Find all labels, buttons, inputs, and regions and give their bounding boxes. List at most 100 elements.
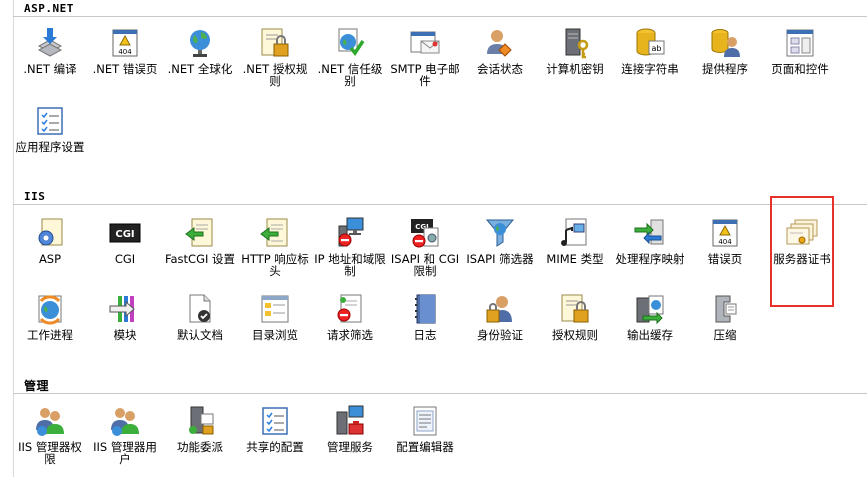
svg-text:404: 404 bbox=[718, 238, 732, 246]
feature-label: HTTP 响应标头 bbox=[241, 252, 309, 278]
svg-text:ab: ab bbox=[652, 44, 662, 53]
globe-icon bbox=[183, 26, 217, 60]
fastcgi-icon bbox=[183, 216, 217, 250]
feature-label: 计算机密钥 bbox=[546, 62, 604, 76]
feature-providers[interactable]: 提供程序 bbox=[689, 26, 761, 94]
feature-request-filtering[interactable]: 请求筛选 bbox=[314, 292, 386, 360]
feature-net-compile[interactable]: .NET 编译 bbox=[14, 26, 86, 94]
database-string-icon: ab bbox=[633, 26, 667, 60]
feature-output-caching[interactable]: 输出缓存 bbox=[614, 292, 686, 360]
request-filter-icon bbox=[333, 292, 367, 326]
feature-iis-manager-users[interactable]: IIS 管理器用户 bbox=[89, 404, 161, 472]
email-icon bbox=[408, 26, 442, 60]
feature-management-service[interactable]: 管理服务 bbox=[314, 404, 386, 472]
section-divider bbox=[13, 204, 867, 205]
feature-label: 配置编辑器 bbox=[396, 440, 454, 454]
feature-compression[interactable]: 压缩 bbox=[689, 292, 761, 360]
feature-authentication[interactable]: 身份验证 bbox=[464, 292, 536, 360]
feature-label: 模块 bbox=[113, 328, 137, 342]
default-document-icon bbox=[183, 292, 217, 326]
compression-clamp-icon bbox=[708, 292, 742, 326]
feature-modules[interactable]: 模块 bbox=[89, 292, 161, 360]
feature-label: .NET 全球化 bbox=[167, 62, 233, 76]
ip-restriction-icon bbox=[333, 216, 367, 250]
page-controls-icon bbox=[783, 26, 817, 60]
feature-authorization-rules[interactable]: 授权规则 bbox=[539, 292, 611, 360]
feature-label: 输出缓存 bbox=[627, 328, 673, 342]
feature-configuration-editor[interactable]: 配置编辑器 bbox=[389, 404, 461, 472]
feature-label: .NET 编译 bbox=[23, 62, 77, 76]
feature-label: 提供程序 bbox=[702, 62, 748, 76]
svg-text:404: 404 bbox=[118, 48, 132, 56]
feature-ip-domain-restrictions[interactable]: IP 地址和域限制 bbox=[314, 216, 386, 284]
feature-label: 日志 bbox=[413, 328, 437, 342]
feature-handler-mappings[interactable]: 处理程序映射 bbox=[614, 216, 686, 284]
section-divider bbox=[13, 393, 867, 394]
feature-label: 身份验证 bbox=[477, 328, 523, 342]
svg-text:CGI: CGI bbox=[115, 229, 134, 240]
feature-label: IIS 管理器用户 bbox=[93, 440, 157, 466]
feature-label: 错误页 bbox=[707, 252, 743, 266]
authentication-user-lock-icon bbox=[483, 292, 517, 326]
feature-session-state[interactable]: 会话状态 bbox=[464, 26, 536, 94]
section-header-manage: 管理 bbox=[24, 379, 50, 393]
feature-delegation-icon bbox=[183, 404, 217, 438]
lock-document-icon bbox=[258, 26, 292, 60]
feature-label: SMTP 电子邮件 bbox=[390, 62, 460, 88]
feature-default-document[interactable]: 默认文档 bbox=[164, 292, 236, 360]
feature-logging[interactable]: 日志 bbox=[389, 292, 461, 360]
worker-process-icon bbox=[33, 292, 67, 326]
log-notebook-icon bbox=[408, 292, 442, 326]
feature-worker-processes[interactable]: 工作进程 bbox=[14, 292, 86, 360]
feature-label: .NET 信任级别 bbox=[317, 62, 383, 88]
feature-label: 处理程序映射 bbox=[615, 252, 685, 266]
cgi-icon: CGI bbox=[108, 216, 142, 250]
feature-label: 默认文档 bbox=[177, 328, 223, 342]
feature-app-settings[interactable]: 应用程序设置 bbox=[14, 104, 86, 172]
feature-isapi-filters[interactable]: ISAPI 筛选器 bbox=[464, 216, 536, 284]
feature-fastcgi[interactable]: FastCGI 设置 bbox=[164, 216, 236, 284]
feature-label: ISAPI 和 CGI 限制 bbox=[390, 252, 460, 278]
feature-http-response-headers[interactable]: HTTP 响应标头 bbox=[239, 216, 311, 284]
feature-mime-types[interactable]: MIME 类型 bbox=[539, 216, 611, 284]
feature-directory-browsing[interactable]: 目录浏览 bbox=[239, 292, 311, 360]
feature-asp[interactable]: ASP bbox=[14, 216, 86, 284]
feature-net-authorization[interactable]: .NET 授权规则 bbox=[239, 26, 311, 94]
feature-label: 管理服务 bbox=[327, 440, 373, 454]
manager-permissions-icon bbox=[33, 404, 67, 438]
feature-net-error-pages[interactable]: 404 .NET 错误页 bbox=[89, 26, 161, 94]
filter-funnel-icon bbox=[483, 216, 517, 250]
feature-label: 共享的配置 bbox=[246, 440, 304, 454]
feature-machine-key[interactable]: 计算机密钥 bbox=[539, 26, 611, 94]
handler-mapping-icon bbox=[633, 216, 667, 250]
section-divider bbox=[13, 16, 867, 17]
config-editor-icon bbox=[408, 404, 442, 438]
feature-iis-manager-permissions[interactable]: IIS 管理器权限 bbox=[14, 404, 86, 472]
app-settings-icon bbox=[33, 104, 67, 138]
feature-label: MIME 类型 bbox=[546, 252, 604, 266]
feature-smtp-email[interactable]: SMTP 电子邮件 bbox=[389, 26, 461, 94]
feature-cgi[interactable]: CGI CGI bbox=[89, 216, 161, 284]
server-key-icon bbox=[558, 26, 592, 60]
feature-feature-delegation[interactable]: 功能委派 bbox=[164, 404, 236, 472]
feature-label: 压缩 bbox=[713, 328, 737, 342]
section-header-aspnet: ASP.NET bbox=[24, 2, 74, 15]
feature-label: ISAPI 筛选器 bbox=[466, 252, 534, 266]
error-page-404-icon: 404 bbox=[108, 26, 142, 60]
feature-pages-controls[interactable]: 页面和控件 bbox=[764, 26, 836, 94]
authorization-lock-icon bbox=[558, 292, 592, 326]
feature-net-trust-levels[interactable]: .NET 信任级别 bbox=[314, 26, 386, 94]
feature-isapi-cgi-restrictions[interactable]: CGI ISAPI 和 CGI 限制 bbox=[389, 216, 461, 284]
feature-error-pages[interactable]: 404 错误页 bbox=[689, 216, 761, 284]
feature-label: 页面和控件 bbox=[771, 62, 829, 76]
management-service-icon bbox=[333, 404, 367, 438]
feature-label: 连接字符串 bbox=[621, 62, 679, 76]
feature-net-globalization[interactable]: .NET 全球化 bbox=[164, 26, 236, 94]
feature-label: 应用程序设置 bbox=[15, 140, 85, 154]
modules-icon bbox=[108, 292, 142, 326]
http-header-icon bbox=[258, 216, 292, 250]
highlight-box bbox=[770, 196, 834, 307]
feature-connection-strings[interactable]: ab 连接字符串 bbox=[614, 26, 686, 94]
feature-shared-configuration[interactable]: 共享的配置 bbox=[239, 404, 311, 472]
isapi-cgi-restriction-icon: CGI bbox=[408, 216, 442, 250]
